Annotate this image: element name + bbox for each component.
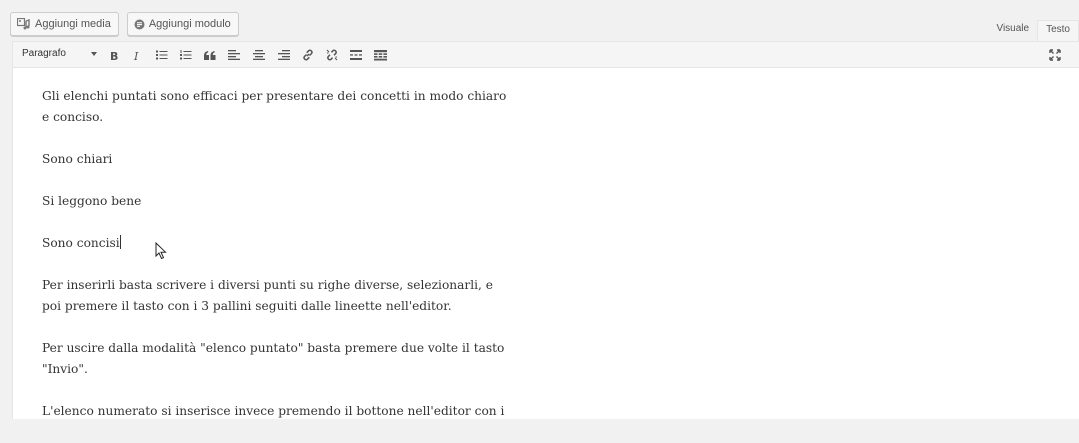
svg-text:B: B (110, 50, 118, 61)
tab-visual[interactable]: Visuale (988, 20, 1037, 40)
editor-toolbar: Paragrafo B I (12, 41, 1079, 67)
italic-button[interactable]: I (127, 45, 147, 65)
fullscreen-icon (1049, 49, 1061, 61)
align-center-button[interactable] (249, 45, 269, 65)
align-center-icon (253, 50, 265, 60)
unlink-icon (326, 49, 338, 61)
mouse-pointer-icon (155, 242, 167, 260)
read-more-button[interactable] (346, 45, 366, 65)
align-left-icon (228, 50, 240, 60)
format-select-value: Paragrafo (22, 48, 66, 59)
align-right-button[interactable] (274, 45, 294, 65)
form-icon (134, 19, 145, 29)
editor-body: Gli elenchi puntati sono efficaci per pr… (42, 86, 512, 443)
link-icon (303, 49, 313, 61)
chevron-down-icon (91, 52, 97, 56)
numbered-list-button[interactable] (176, 45, 196, 65)
add-form-label: Aggiungi modulo (148, 18, 231, 30)
add-media-button[interactable]: Aggiungi media (10, 12, 119, 36)
media-icon (17, 18, 30, 30)
add-media-label: Aggiungi media (35, 18, 111, 30)
paragraph-text: Sono concisi (42, 236, 120, 250)
svg-text:I: I (133, 50, 139, 61)
paragraph-with-caret: Sono concisi (42, 233, 512, 254)
paragraph: Sono chiari (42, 152, 113, 166)
bulleted-list-icon (156, 50, 168, 60)
add-form-button[interactable]: Aggiungi modulo (126, 12, 239, 36)
tab-text[interactable]: Testo (1037, 20, 1079, 41)
paragraph: Per inserirli basta scrivere i diversi p… (42, 278, 493, 313)
insert-link-button[interactable] (298, 45, 318, 65)
paragraph: Si leggono bene (42, 194, 142, 208)
bold-button[interactable]: B (104, 45, 124, 65)
remove-link-button[interactable] (322, 45, 342, 65)
toolbar-toggle-button[interactable] (370, 45, 390, 65)
bulleted-list-button[interactable] (152, 45, 172, 65)
blockquote-button[interactable] (200, 45, 220, 65)
bold-icon: B (110, 50, 118, 61)
italic-icon: I (133, 50, 139, 61)
paragraph: Per uscire dalla modalità "elenco puntat… (42, 341, 505, 376)
numbered-list-icon (180, 50, 192, 60)
editor-content-area[interactable]: Gli elenchi puntati sono efficaci per pr… (12, 67, 1079, 419)
fullscreen-button[interactable] (1045, 45, 1065, 65)
align-left-button[interactable] (224, 45, 244, 65)
text-caret (119, 235, 121, 249)
media-buttons-bar: Aggiungi media Aggiungi modulo (10, 12, 239, 36)
align-right-icon (278, 50, 290, 60)
editor-mode-tabs: Visuale Testo (988, 20, 1079, 41)
blockquote-icon (204, 50, 216, 60)
kitchen-sink-icon (373, 49, 387, 60)
paragraph: Gli elenchi puntati sono efficaci per pr… (42, 89, 507, 124)
format-select[interactable]: Paragrafo (18, 45, 100, 63)
read-more-icon (350, 50, 362, 60)
